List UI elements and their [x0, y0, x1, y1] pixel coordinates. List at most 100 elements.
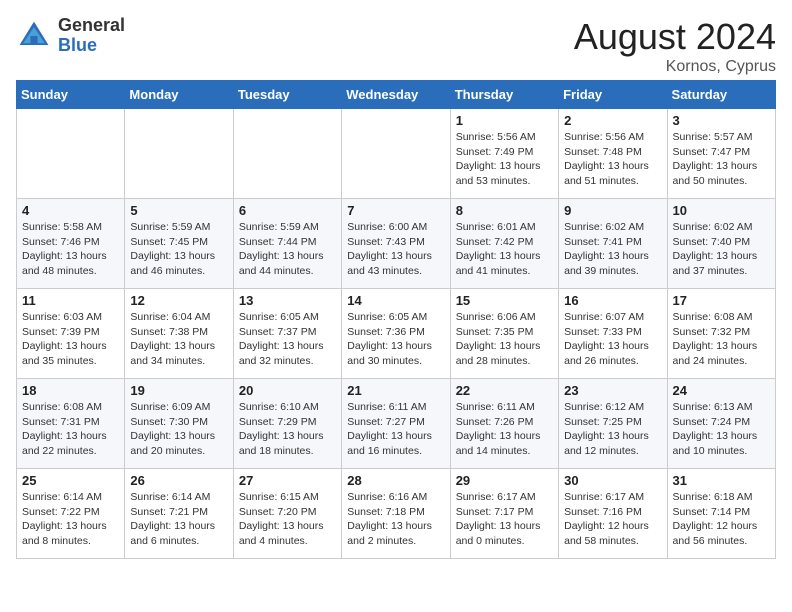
day-number: 22 [456, 383, 553, 398]
day-number: 5 [130, 203, 227, 218]
calendar-cell: 17 Sunrise: 6:08 AM Sunset: 7:32 PM Dayli… [667, 289, 775, 379]
day-number: 19 [130, 383, 227, 398]
calendar-cell: 5 Sunrise: 5:59 AM Sunset: 7:45 PM Daylig… [125, 199, 233, 289]
calendar-cell: 1Sunrise: 5:56 AM Sunset: 7:49 PM Daylig… [450, 109, 558, 199]
day-number: 31 [673, 473, 770, 488]
calendar-week-4: 18Sunrise: 6:08 AM Sunset: 7:31 PM Dayli… [17, 379, 776, 469]
day-number: 20 [239, 383, 336, 398]
calendar-week-5: 25 Sunrise: 6:14 AM Sunset: 7:22 PM Dayli… [17, 469, 776, 559]
day-number: 27 [239, 473, 336, 488]
calendar-week-3: 11Sunrise: 6:03 AM Sunset: 7:39 PM Dayli… [17, 289, 776, 379]
day-number: 30 [564, 473, 661, 488]
day-info: Sunrise: 6:17 AM Sunset: 7:17 PM Dayligh… [456, 490, 553, 549]
day-info: Sunrise: 5:59 AM Sunset: 7:45 PM Dayligh… [130, 220, 227, 279]
day-info: Sunrise: 6:17 AM Sunset: 7:16 PM Dayligh… [564, 490, 661, 549]
day-info: Sunrise: 6:05 AM Sunset: 7:37 PM Dayligh… [239, 310, 336, 369]
logo: General Blue [16, 16, 125, 56]
day-info: Sunrise: 6:11 AM Sunset: 7:26 PM Dayligh… [456, 400, 553, 459]
calendar-cell: 4 Sunrise: 5:58 AM Sunset: 7:46 PM Daylig… [17, 199, 125, 289]
calendar-cell: 22 Sunrise: 6:11 AM Sunset: 7:26 PM Dayli… [450, 379, 558, 469]
calendar-cell: 26Sunrise: 6:14 AM Sunset: 7:21 PM Dayli… [125, 469, 233, 559]
calendar-cell: 20 Sunrise: 6:10 AM Sunset: 7:29 PM Dayli… [233, 379, 341, 469]
calendar-cell: 19 Sunrise: 6:09 AM Sunset: 7:30 PM Dayli… [125, 379, 233, 469]
day-info: Sunrise: 6:13 AM Sunset: 7:24 PM Dayligh… [673, 400, 770, 459]
calendar-cell: 23 Sunrise: 6:12 AM Sunset: 7:25 PM Dayli… [559, 379, 667, 469]
subtitle: Kornos, Cyprus [574, 58, 776, 76]
calendar-cell: 25 Sunrise: 6:14 AM Sunset: 7:22 PM Dayli… [17, 469, 125, 559]
header-monday: Monday [125, 81, 233, 109]
calendar-cell: 3 Sunrise: 5:57 AM Sunset: 7:47 PM Daylig… [667, 109, 775, 199]
day-info: Sunrise: 5:56 AM Sunset: 7:48 PM Dayligh… [564, 130, 661, 189]
day-number: 11 [22, 293, 119, 308]
day-info: Sunrise: 6:11 AM Sunset: 7:27 PM Dayligh… [347, 400, 444, 459]
day-info: Sunrise: 6:00 AM Sunset: 7:43 PM Dayligh… [347, 220, 444, 279]
day-number: 4 [22, 203, 119, 218]
day-number: 6 [239, 203, 336, 218]
calendar-cell [342, 109, 450, 199]
calendar-week-2: 4 Sunrise: 5:58 AM Sunset: 7:46 PM Daylig… [17, 199, 776, 289]
day-number: 16 [564, 293, 661, 308]
day-info: Sunrise: 6:16 AM Sunset: 7:18 PM Dayligh… [347, 490, 444, 549]
day-info: Sunrise: 6:04 AM Sunset: 7:38 PM Dayligh… [130, 310, 227, 369]
day-number: 10 [673, 203, 770, 218]
calendar-cell [233, 109, 341, 199]
day-info: Sunrise: 5:56 AM Sunset: 7:49 PM Dayligh… [456, 130, 553, 189]
day-info: Sunrise: 5:58 AM Sunset: 7:46 PM Dayligh… [22, 220, 119, 279]
calendar-cell: 29 Sunrise: 6:17 AM Sunset: 7:17 PM Dayli… [450, 469, 558, 559]
day-number: 17 [673, 293, 770, 308]
day-info: Sunrise: 6:05 AM Sunset: 7:36 PM Dayligh… [347, 310, 444, 369]
calendar-cell: 7 Sunrise: 6:00 AM Sunset: 7:43 PM Daylig… [342, 199, 450, 289]
logo-text: General Blue [58, 16, 125, 56]
calendar-cell: 11Sunrise: 6:03 AM Sunset: 7:39 PM Dayli… [17, 289, 125, 379]
day-info: Sunrise: 6:12 AM Sunset: 7:25 PM Dayligh… [564, 400, 661, 459]
calendar-cell: 9Sunrise: 6:02 AM Sunset: 7:41 PM Daylig… [559, 199, 667, 289]
day-info: Sunrise: 6:08 AM Sunset: 7:31 PM Dayligh… [22, 400, 119, 459]
logo-blue: Blue [58, 36, 125, 56]
calendar-week-1: 1Sunrise: 5:56 AM Sunset: 7:49 PM Daylig… [17, 109, 776, 199]
day-number: 29 [456, 473, 553, 488]
day-info: Sunrise: 6:09 AM Sunset: 7:30 PM Dayligh… [130, 400, 227, 459]
calendar: SundayMondayTuesdayWednesdayThursdayFrid… [16, 80, 776, 559]
header-saturday: Saturday [667, 81, 775, 109]
day-number: 14 [347, 293, 444, 308]
day-info: Sunrise: 6:14 AM Sunset: 7:22 PM Dayligh… [22, 490, 119, 549]
day-info: Sunrise: 6:02 AM Sunset: 7:40 PM Dayligh… [673, 220, 770, 279]
day-info: Sunrise: 6:10 AM Sunset: 7:29 PM Dayligh… [239, 400, 336, 459]
calendar-cell: 30 Sunrise: 6:17 AM Sunset: 7:16 PM Dayli… [559, 469, 667, 559]
calendar-cell: 31 Sunrise: 6:18 AM Sunset: 7:14 PM Dayli… [667, 469, 775, 559]
title-block: August 2024 Kornos, Cyprus [574, 16, 776, 76]
day-number: 2 [564, 113, 661, 128]
calendar-cell [125, 109, 233, 199]
day-info: Sunrise: 6:15 AM Sunset: 7:20 PM Dayligh… [239, 490, 336, 549]
day-number: 13 [239, 293, 336, 308]
day-number: 26 [130, 473, 227, 488]
day-number: 12 [130, 293, 227, 308]
day-number: 25 [22, 473, 119, 488]
day-info: Sunrise: 6:08 AM Sunset: 7:32 PM Dayligh… [673, 310, 770, 369]
header-tuesday: Tuesday [233, 81, 341, 109]
day-number: 28 [347, 473, 444, 488]
day-number: 15 [456, 293, 553, 308]
day-info: Sunrise: 6:02 AM Sunset: 7:41 PM Dayligh… [564, 220, 661, 279]
day-number: 23 [564, 383, 661, 398]
calendar-cell: 27 Sunrise: 6:15 AM Sunset: 7:20 PM Dayli… [233, 469, 341, 559]
calendar-cell: 10 Sunrise: 6:02 AM Sunset: 7:40 PM Dayli… [667, 199, 775, 289]
day-number: 21 [347, 383, 444, 398]
day-info: Sunrise: 6:06 AM Sunset: 7:35 PM Dayligh… [456, 310, 553, 369]
calendar-cell: 6Sunrise: 5:59 AM Sunset: 7:44 PM Daylig… [233, 199, 341, 289]
calendar-cell: 14 Sunrise: 6:05 AM Sunset: 7:36 PM Dayli… [342, 289, 450, 379]
calendar-cell: 13 Sunrise: 6:05 AM Sunset: 7:37 PM Dayli… [233, 289, 341, 379]
calendar-cell: 16 Sunrise: 6:07 AM Sunset: 7:33 PM Dayli… [559, 289, 667, 379]
day-number: 3 [673, 113, 770, 128]
day-info: Sunrise: 6:07 AM Sunset: 7:33 PM Dayligh… [564, 310, 661, 369]
day-number: 7 [347, 203, 444, 218]
calendar-cell: 24 Sunrise: 6:13 AM Sunset: 7:24 PM Dayli… [667, 379, 775, 469]
day-info: Sunrise: 5:57 AM Sunset: 7:47 PM Dayligh… [673, 130, 770, 189]
header-sunday: Sunday [17, 81, 125, 109]
calendar-cell: 2 Sunrise: 5:56 AM Sunset: 7:48 PM Daylig… [559, 109, 667, 199]
day-number: 24 [673, 383, 770, 398]
day-info: Sunrise: 6:18 AM Sunset: 7:14 PM Dayligh… [673, 490, 770, 549]
calendar-cell: 15 Sunrise: 6:06 AM Sunset: 7:35 PM Dayli… [450, 289, 558, 379]
calendar-cell: 12 Sunrise: 6:04 AM Sunset: 7:38 PM Dayli… [125, 289, 233, 379]
calendar-header-row: SundayMondayTuesdayWednesdayThursdayFrid… [17, 81, 776, 109]
